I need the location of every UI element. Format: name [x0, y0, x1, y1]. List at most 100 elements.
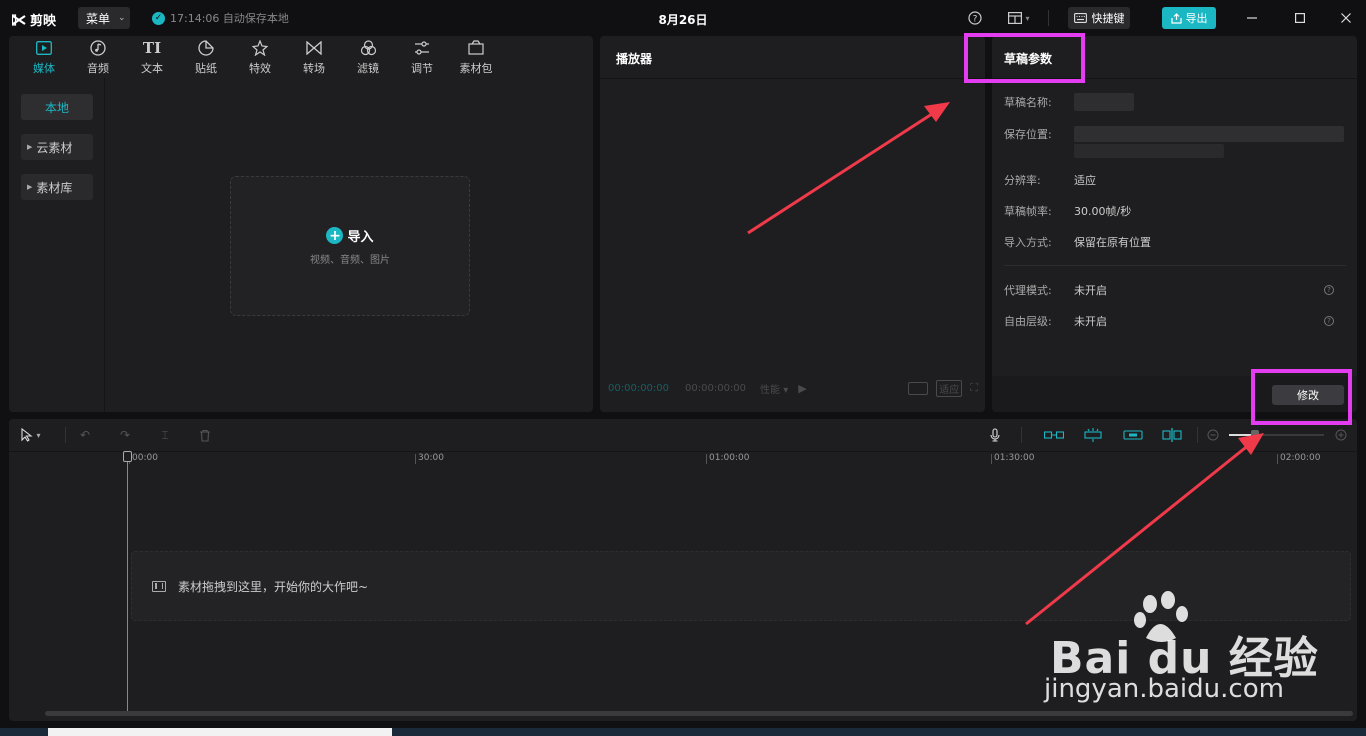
chevron-down-icon: ⌄	[118, 13, 126, 23]
timeline-panel: ▾ ↶ ↷ ⌶ 00:00 30:00 01:00:00 01:30:00 02…	[9, 419, 1357, 721]
toolbar-divider	[1197, 427, 1198, 443]
title-bar: 剪映 菜单 ⌄ ✓ 17:14:06 自动保存本地 8月26日 ? ▾ 快捷键 …	[0, 0, 1366, 36]
horizontal-scrollbar[interactable]	[45, 711, 1353, 716]
sidebar-item-local-label: 本地	[44, 100, 69, 115]
delete-icon[interactable]	[197, 427, 213, 443]
timeline-ruler[interactable]: 00:00 30:00 01:00:00 01:30:00 02:00:00	[9, 451, 1357, 465]
zoom-in-icon[interactable]	[1333, 427, 1349, 443]
main-track-magnet-icon[interactable]	[1043, 427, 1065, 443]
playhead-handle[interactable]	[123, 451, 132, 462]
play-icon[interactable]: ▶	[798, 382, 806, 395]
draft-params-panel: 草稿参数 草稿名称: 保存位置: 分辨率: 适应 草稿帧率: 30.00帧/秒 …	[992, 36, 1357, 412]
ruler-tick: 00:00	[129, 454, 158, 464]
help-icon[interactable]: ?	[1324, 316, 1334, 326]
import-button[interactable]: + 导入	[326, 226, 374, 245]
export-button[interactable]: 导出	[1162, 7, 1216, 29]
auto-snap-icon[interactable]	[1082, 427, 1104, 443]
app-name: 剪映	[30, 14, 57, 29]
playhead[interactable]	[127, 453, 128, 715]
layout-icon[interactable]: ▾	[1004, 9, 1034, 27]
keyboard-icon	[1073, 13, 1087, 23]
framerate-value: 30.00帧/秒	[1074, 205, 1132, 218]
draft-divider	[992, 78, 1357, 79]
import-hint: 视频、音频、图片	[310, 255, 390, 266]
sidebar-item-cloud[interactable]: ▶ 云素材	[21, 134, 93, 160]
microphone-icon[interactable]	[987, 427, 1003, 443]
tab-media[interactable]: 媒体	[17, 36, 71, 78]
menu-button[interactable]: 菜单 ⌄	[78, 7, 130, 29]
maximize-icon[interactable]	[1290, 8, 1310, 28]
text-icon: TI	[142, 38, 162, 57]
import-mode-value: 保留在原有位置	[1074, 236, 1151, 249]
media-icon	[35, 39, 53, 57]
tab-package[interactable]: 素材包	[449, 36, 503, 78]
tab-audio[interactable]: 音频	[71, 36, 125, 78]
redo-icon[interactable]: ↷	[117, 427, 133, 443]
close-icon[interactable]	[1336, 8, 1356, 28]
link-icon[interactable]	[1122, 427, 1144, 443]
tab-filter[interactable]: 滤镜	[341, 36, 395, 78]
help-icon[interactable]: ?	[966, 9, 984, 27]
tab-text-label: 文本	[141, 61, 163, 75]
effects-icon	[251, 39, 269, 57]
tab-adjust-label: 调节	[411, 61, 433, 75]
os-taskbar	[0, 728, 1366, 736]
media-sidebar: 本地 ▶ 云素材 ▶ 素材库	[9, 78, 105, 412]
tab-adjust[interactable]: 调节	[395, 36, 449, 78]
shortcut-button[interactable]: 快捷键	[1068, 7, 1130, 29]
ruler-tick: 01:30:00	[991, 454, 1034, 464]
import-dropzone[interactable]: + 导入 视频、音频、图片	[230, 176, 470, 316]
draft-section-divider	[1004, 265, 1346, 266]
package-icon	[467, 39, 485, 57]
layout-chevron-icon: ▾	[1025, 13, 1030, 23]
undo-icon[interactable]: ↶	[77, 427, 93, 443]
tab-sticker[interactable]: 贴纸	[179, 36, 233, 78]
import-mode-row: 导入方式: 保留在原有位置	[1004, 234, 1344, 250]
ratio-button[interactable]: 适应	[936, 379, 963, 397]
split-icon[interactable]: ⌶	[157, 427, 173, 443]
modify-button[interactable]: 修改	[1272, 385, 1344, 405]
proxy-mode-row: 代理模式: 未开启 ?	[1004, 282, 1344, 298]
app-logo: 剪映	[12, 10, 56, 29]
sidebar-item-local[interactable]: 本地	[21, 94, 93, 120]
sidebar-item-library[interactable]: ▶ 素材库	[21, 174, 93, 200]
tab-transition[interactable]: 转场	[287, 36, 341, 78]
timeline-toolbar: ▾ ↶ ↷ ⌶	[9, 419, 1357, 451]
zoom-slider[interactable]	[1229, 430, 1324, 440]
transition-icon	[305, 39, 323, 57]
export-icon	[1170, 12, 1182, 24]
zoom-out-icon[interactable]	[1205, 427, 1221, 443]
fullscreen-icon[interactable]: ⛶	[970, 381, 978, 395]
track-dropzone[interactable]: 素材拖拽到这里，开始你的大作吧~	[131, 551, 1351, 621]
current-timecode: 00:00:00:00	[608, 382, 670, 394]
preview-axis-icon[interactable]	[1161, 427, 1183, 443]
help-icon[interactable]: ?	[1324, 285, 1334, 295]
select-tool-icon[interactable]: ▾	[17, 427, 45, 443]
tab-media-label: 媒体	[33, 61, 55, 75]
waveform-icon[interactable]	[908, 381, 929, 395]
media-panel: 媒体 音频 TI 文本 贴纸 特效 转场 滤镜 调节 素材包 本地 ▶ 云素材 …	[9, 36, 593, 412]
save-location-row: 保存位置:	[1004, 126, 1344, 158]
tab-text[interactable]: TI 文本	[125, 36, 179, 78]
check-icon: ✓	[152, 11, 165, 25]
proxy-mode-value: 未开启	[1074, 284, 1107, 297]
quality-select[interactable]: 性能 ▾	[760, 381, 788, 396]
draft-name-label: 草稿名称:	[1004, 96, 1052, 109]
zoom-slider-handle[interactable]	[1251, 430, 1259, 440]
player-panel: 播放器 00:00:00:00 00:00:00:00 性能 ▾ ▶ 适应 ⛶	[600, 36, 985, 412]
minimize-icon[interactable]	[1242, 8, 1262, 28]
media-tab-bar: 媒体 音频 TI 文本 贴纸 特效 转场 滤镜 调节 素材包	[9, 36, 593, 78]
toolbar-divider	[65, 427, 66, 443]
capcut-logo-icon	[12, 13, 26, 26]
plus-icon: +	[326, 227, 344, 244]
resolution-row: 分辨率: 适应	[1004, 172, 1344, 188]
tab-sticker-label: 贴纸	[195, 61, 217, 75]
caret-right-icon: ▶	[27, 143, 33, 151]
sidebar-item-cloud-label: 云素材	[36, 140, 73, 155]
dropzone-hint: 素材拖拽到这里，开始你的大作吧~	[178, 579, 369, 594]
ruler-tick: 02:00:00	[1277, 454, 1320, 464]
free-layer-label: 自由层级:	[1004, 315, 1052, 328]
tab-effects[interactable]: 特效	[233, 36, 287, 78]
taskbar-window[interactable]	[48, 728, 392, 736]
ruler-tick: 30:00	[415, 454, 444, 464]
